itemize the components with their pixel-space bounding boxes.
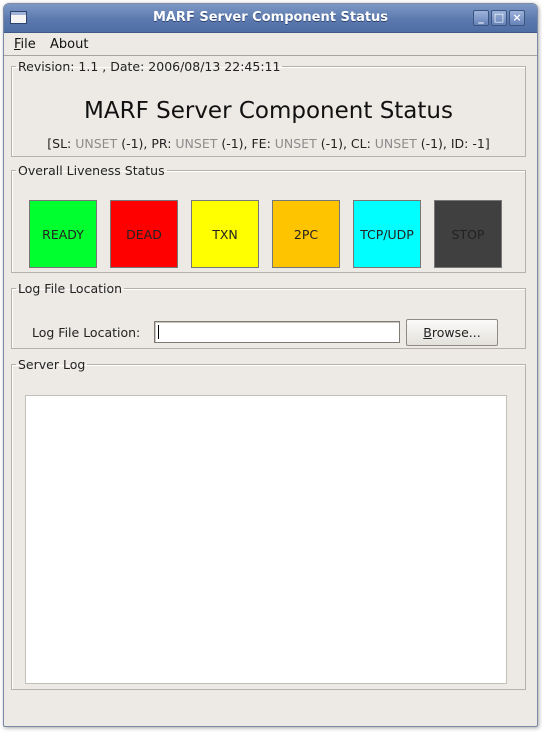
menu-file-label: ile — [20, 37, 36, 52]
status-box-label: TXN — [212, 226, 238, 242]
status-pr-value: UNSET — [175, 136, 218, 151]
server-log-textarea[interactable] — [25, 395, 507, 684]
revision-legend: Revision: 1.1 , Date: 2006/08/13 22:45:1… — [18, 59, 281, 74]
menu-about[interactable]: About — [50, 37, 88, 52]
status-box-label: STOP — [451, 226, 485, 242]
status-sl-value: UNSET — [75, 136, 118, 151]
maximize-icon: □ — [493, 11, 505, 24]
minimize-button[interactable]: _ — [473, 10, 489, 26]
liveness-legend: Overall Liveness Status — [18, 163, 165, 178]
status-fe-value: UNSET — [274, 136, 317, 151]
revision-panel: Revision: 1.1 , Date: 2006/08/13 22:45:1… — [11, 59, 526, 157]
server-log-panel: Server Log — [11, 357, 526, 690]
status-box-dead: DEAD — [110, 200, 178, 268]
status-id-label: (-1), ID: -1] — [416, 136, 490, 151]
log-location-label: Log File Location: — [32, 325, 141, 340]
menu-bar: File About — [4, 33, 537, 56]
maximize-button[interactable]: □ — [491, 10, 507, 26]
window-title: MARF Server Component Status — [152, 10, 389, 25]
status-pr-label: (-1), PR: — [117, 136, 176, 151]
close-icon: × — [512, 11, 522, 24]
status-box-tcp-udp: TCP/UDP — [353, 200, 421, 268]
text-caret — [158, 325, 159, 339]
status-box-label: TCP/UDP — [360, 226, 414, 242]
server-log-legend: Server Log — [18, 357, 86, 372]
log-file-location-input[interactable] — [154, 321, 400, 343]
status-fe-label: (-1), FE: — [217, 136, 275, 151]
status-cl-label: (-1), CL: — [316, 136, 375, 151]
log-location-panel: Log File Location Log File Location: Bro… — [11, 281, 526, 349]
status-box-stop: STOP — [434, 200, 502, 268]
liveness-panel: Overall Liveness Status READY DEAD TXN 2… — [11, 163, 526, 273]
title-bar[interactable]: MARF Server Component Status _ □ × — [4, 4, 537, 33]
minimize-icon: _ — [478, 11, 484, 24]
component-status-line: [SL: UNSET (-1), PR: UNSET (-1), FE: UNS… — [12, 136, 525, 151]
status-box-label: DEAD — [126, 226, 162, 242]
menu-file[interactable]: File — [14, 37, 36, 52]
status-box-label: 2PC — [293, 226, 319, 242]
status-box-ready: READY — [29, 200, 97, 268]
page-title: MARF Server Component Status — [84, 98, 453, 124]
close-button[interactable]: × — [509, 10, 525, 26]
browse-label: rowse... — [431, 325, 481, 340]
browse-mnemonic: B — [423, 325, 432, 340]
status-sl-label: [SL: — [47, 136, 76, 151]
app-window: MARF Server Component Status _ □ × File … — [3, 3, 538, 727]
status-cl-value: UNSET — [374, 136, 417, 151]
status-box-label: READY — [42, 226, 84, 242]
browse-button[interactable]: Browse... — [406, 319, 498, 346]
status-box-txn: TXN — [191, 200, 259, 268]
log-location-legend: Log File Location — [18, 281, 123, 296]
status-box-2pc: 2PC — [272, 200, 340, 268]
